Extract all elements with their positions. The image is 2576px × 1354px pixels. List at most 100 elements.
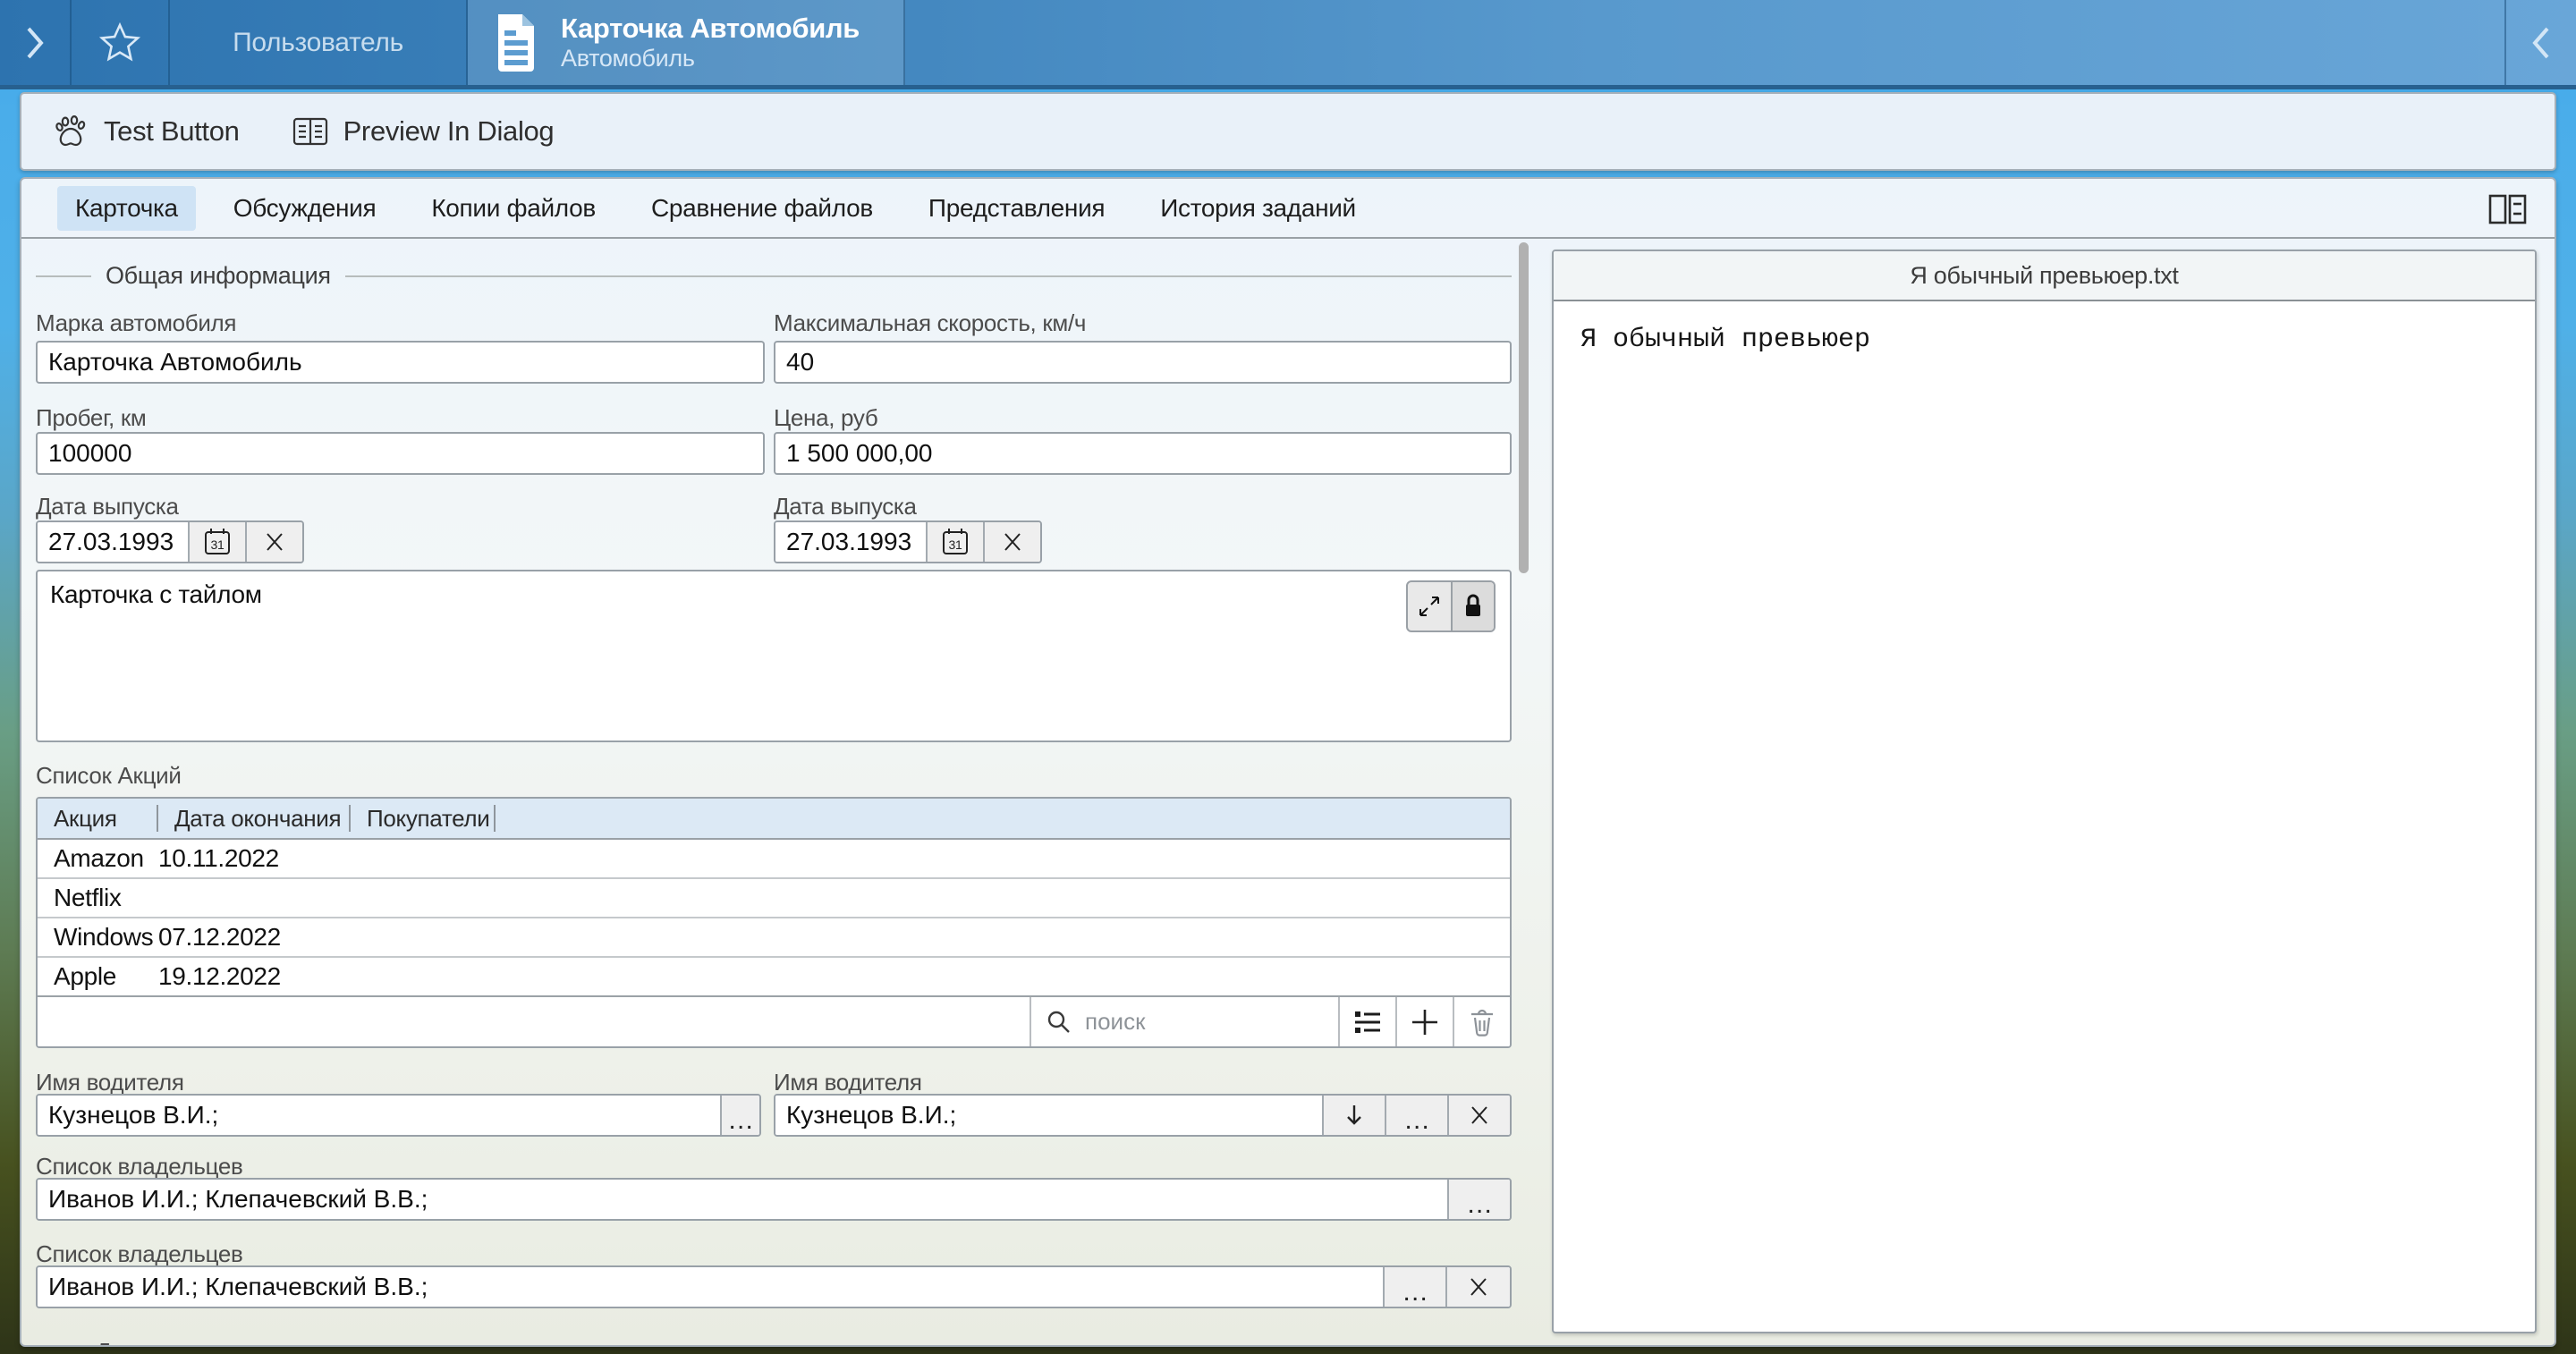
column-header-end-date[interactable]: Дата окончания — [158, 799, 351, 838]
release-date-2-editor: 31 — [774, 520, 1042, 563]
owners-2-clear-button[interactable] — [1445, 1267, 1510, 1307]
max-speed-label: Максимальная скорость, км/ч — [774, 309, 1086, 337]
favorites-button[interactable] — [72, 0, 170, 85]
table-row[interactable]: Amazon 10.11.2022 — [38, 840, 1510, 879]
owners-1-editor: … — [36, 1178, 1512, 1221]
ellipsis-icon: … — [727, 1105, 754, 1125]
release-date-2-label: Дата выпуска — [774, 493, 917, 520]
ellipsis-icon: … — [1466, 1189, 1493, 1209]
arrow-down-icon — [1343, 1103, 1366, 1128]
column-header-stock[interactable]: Акция — [38, 799, 158, 838]
table-row[interactable]: Netflix — [38, 879, 1510, 918]
owners-1-label: Список владельцев — [36, 1153, 243, 1181]
card-main-panel: Карточка Обсуждения Копии файлов Сравнен… — [20, 177, 2556, 1347]
document-icon — [491, 11, 541, 75]
cell-stock[interactable]: Windows — [38, 923, 158, 952]
release-date-1-calendar-button[interactable]: 31 — [188, 522, 245, 562]
mileage-input[interactable] — [36, 432, 765, 475]
cell-end-date[interactable]: 07.12.2022 — [158, 923, 351, 952]
expand-nav-button[interactable] — [0, 0, 72, 85]
stocks-delete-button[interactable] — [1453, 997, 1510, 1046]
column-header-label: Дата окончания — [174, 805, 341, 833]
toggle-preview-panel-button[interactable] — [2483, 189, 2533, 230]
stocks-add-button[interactable] — [1395, 997, 1453, 1046]
clear-x-icon — [1467, 1275, 1490, 1299]
form-scrollbar-thumb[interactable] — [1519, 242, 1529, 573]
active-tab-text: Карточка Автомобиль Автомобиль — [561, 13, 860, 72]
paw-icon — [54, 114, 89, 149]
column-header-filler — [496, 799, 1510, 838]
topbar-spacer — [905, 0, 2504, 85]
driver-name-2-ellipsis-button[interactable]: … — [1385, 1096, 1447, 1135]
cell-stock[interactable]: Netflix — [38, 884, 158, 912]
stocks-grid-toolbar — [38, 995, 1510, 1046]
svg-text:31: 31 — [211, 537, 225, 552]
tab-discussions[interactable]: Обсуждения — [216, 186, 394, 231]
document-tab-car-card-active[interactable]: Карточка Автомобиль Автомобиль — [468, 0, 905, 85]
cell-end-date[interactable]: 19.12.2022 — [158, 962, 351, 991]
group-header-label: Общая информация — [106, 262, 331, 290]
release-date-1-input[interactable] — [38, 522, 188, 562]
collapse-nav-button[interactable] — [2504, 0, 2576, 85]
card-tab-strip: Карточка Обсуждения Копии файлов Сравнен… — [21, 179, 2555, 239]
clear-x-icon — [1001, 530, 1024, 554]
table-row[interactable]: Windows 07.12.2022 — [38, 918, 1510, 958]
owners-2-ellipsis-button[interactable]: … — [1383, 1267, 1445, 1307]
driver-name-2-input[interactable] — [775, 1096, 1322, 1135]
active-tab-title: Карточка Автомобиль — [561, 13, 860, 45]
chevron-right-icon — [23, 23, 47, 63]
clear-x-icon — [263, 530, 286, 554]
test-button[interactable]: Test Button — [54, 114, 240, 149]
release-date-2-calendar-button[interactable]: 31 — [926, 522, 983, 562]
tab-file-copies[interactable]: Копии файлов — [413, 186, 614, 231]
document-tab-user[interactable]: Пользователь — [170, 0, 468, 85]
owners-1-input[interactable] — [38, 1180, 1447, 1219]
stocks-search-box — [1030, 997, 1338, 1046]
owners-2-input[interactable] — [38, 1267, 1383, 1307]
release-date-2-input[interactable] — [775, 522, 926, 562]
preview-in-dialog-button[interactable]: Preview In Dialog — [292, 115, 555, 148]
release-date-1-clear-button[interactable] — [245, 522, 302, 562]
calendar-icon: 31 — [201, 526, 233, 558]
driver-name-2-clear-button[interactable] — [1447, 1096, 1510, 1135]
release-date-2-clear-button[interactable] — [983, 522, 1040, 562]
cell-stock[interactable]: Apple — [38, 962, 158, 991]
driver-name-1-input[interactable] — [38, 1096, 720, 1135]
driver-name-1-label: Имя водителя — [36, 1069, 184, 1096]
owners-2-editor: … — [36, 1265, 1512, 1308]
chevron-left-icon — [2529, 23, 2553, 63]
owners-2-label: Список владельцев — [36, 1240, 243, 1268]
book-preview-icon — [292, 115, 329, 148]
cell-end-date[interactable]: 10.11.2022 — [158, 844, 351, 873]
stocks-search-input[interactable] — [1085, 1008, 1338, 1036]
cell-stock[interactable]: Amazon — [38, 844, 158, 873]
column-header-buyers[interactable]: Покупатели — [351, 799, 496, 838]
owners-1-ellipsis-button[interactable]: … — [1447, 1180, 1510, 1219]
brand-input[interactable] — [36, 341, 765, 384]
stocks-grid: Акция Дата окончания Покупатели Amazon 1… — [36, 797, 1512, 1048]
mileage-label: Пробег, км — [36, 404, 146, 432]
stocks-checklist-button[interactable] — [1338, 997, 1395, 1046]
tab-card[interactable]: Карточка — [57, 186, 196, 231]
price-input[interactable] — [774, 432, 1512, 475]
memo-editor[interactable]: Карточка с тайлом — [36, 570, 1512, 742]
tab-task-history[interactable]: История заданий — [1142, 186, 1374, 231]
max-speed-input[interactable] — [774, 341, 1512, 384]
memo-lock-button[interactable] — [1451, 582, 1494, 630]
column-header-label: Покупатели — [367, 805, 490, 833]
trash-icon — [1468, 1007, 1496, 1037]
search-icon — [1046, 1009, 1072, 1036]
expand-arrows-icon — [1417, 594, 1442, 619]
table-row[interactable]: Apple 19.12.2022 — [38, 958, 1510, 997]
tab-file-compare[interactable]: Сравнение файлов — [633, 186, 891, 231]
memo-buttons — [1406, 580, 1496, 632]
star-icon — [97, 20, 143, 66]
memo-expand-button[interactable] — [1408, 582, 1451, 630]
checklist-icon — [1352, 1009, 1383, 1036]
release-date-1-editor: 31 — [36, 520, 304, 563]
plus-icon — [1410, 1007, 1440, 1037]
tab-views[interactable]: Представления — [911, 186, 1123, 231]
driver-name-1-ellipsis-button[interactable]: … — [720, 1096, 759, 1135]
driver-name-2-dropdown-button[interactable] — [1322, 1096, 1385, 1135]
driver-name-2-editor: … — [774, 1094, 1512, 1137]
